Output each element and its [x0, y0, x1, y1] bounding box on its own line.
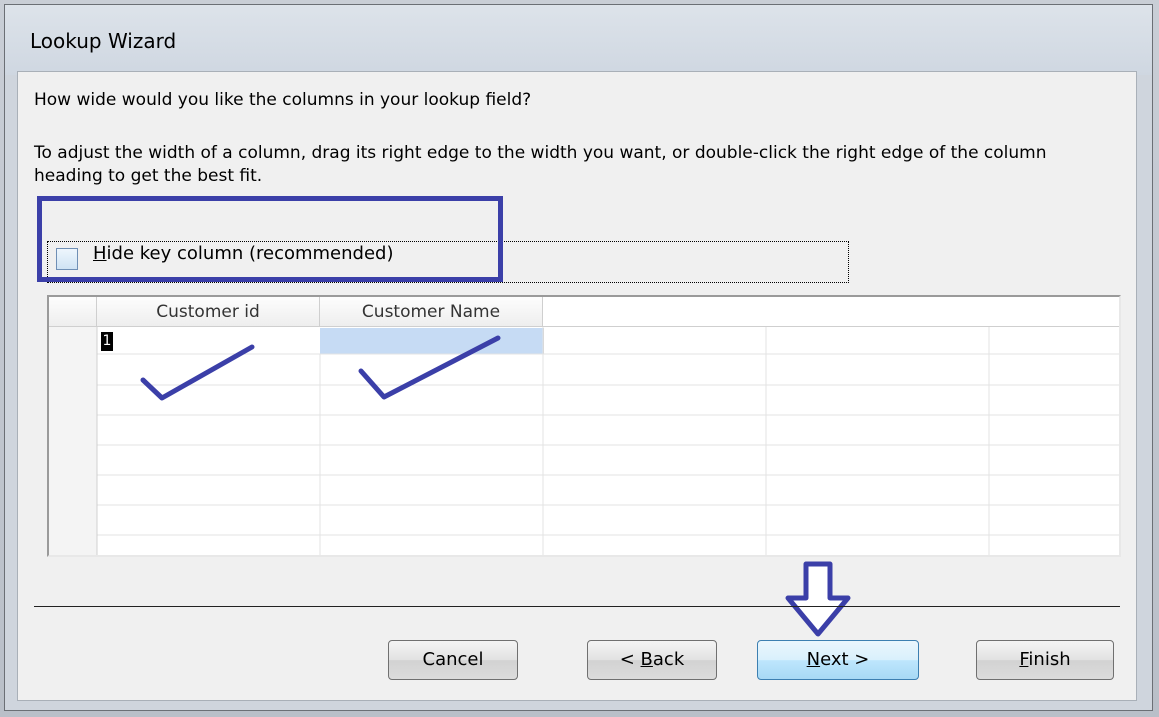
finish-label: inish: [1028, 649, 1071, 670]
next-button[interactable]: Next >: [757, 640, 919, 680]
annotation-highlight-box: [37, 196, 503, 282]
grid-lines: [49, 327, 1119, 555]
button-divider: [34, 606, 1120, 607]
instruction-text: To adjust the width of a column, drag it…: [34, 143, 1047, 186]
question-text: How wide would you like the columns in y…: [34, 90, 532, 110]
finish-button[interactable]: Finish: [976, 640, 1114, 680]
back-label: ack: [652, 649, 685, 670]
cancel-label: Cancel: [422, 649, 484, 670]
title-bar: Lookup Wizard: [5, 5, 1152, 75]
window-title: Lookup Wizard: [30, 29, 177, 53]
back-button[interactable]: < Back: [587, 640, 717, 680]
next-label: ext >: [820, 649, 870, 670]
back-mnemonic: B: [640, 649, 653, 670]
cancel-button[interactable]: Cancel: [388, 640, 518, 680]
column-width-grid[interactable]: Customer id Customer Name 1: [47, 295, 1121, 557]
next-mnemonic: N: [806, 649, 821, 670]
back-prefix: <: [619, 649, 641, 670]
